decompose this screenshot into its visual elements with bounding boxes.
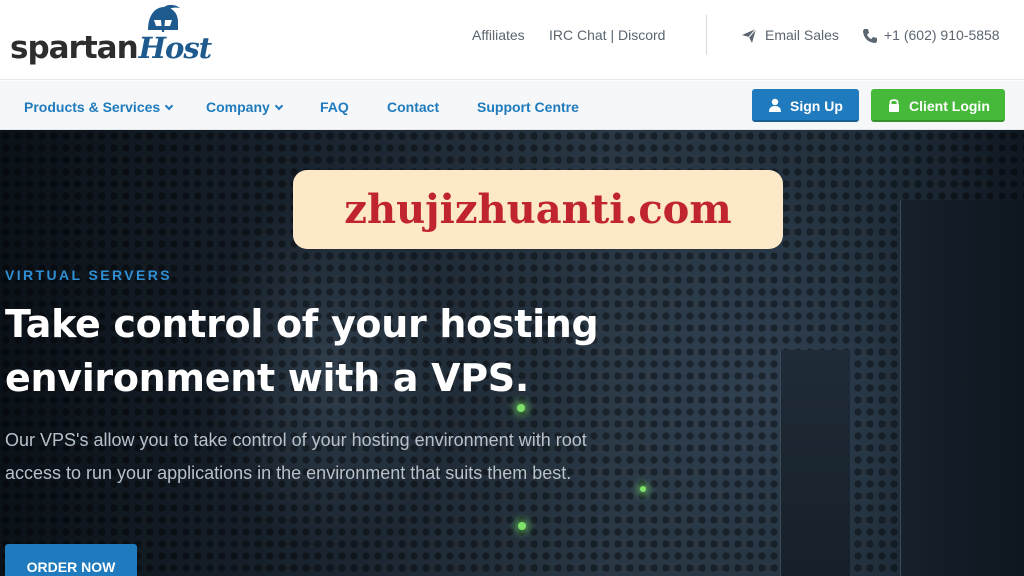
status-light [640,486,646,492]
header-divider [706,15,707,55]
sign-up-label: Sign Up [790,98,843,114]
nav-faq[interactable]: FAQ [320,99,349,115]
chevron-down-icon [274,101,284,111]
phone-icon [863,29,877,43]
nav-support-centre[interactable]: Support Centre [477,99,579,115]
status-light [517,404,525,412]
affiliates-link[interactable]: Affiliates [472,27,525,43]
email-sales-link[interactable]: Email Sales [765,27,839,43]
paper-plane-icon [742,28,757,43]
sign-up-button[interactable]: Sign Up [752,89,859,122]
nav-contact[interactable]: Contact [387,99,439,115]
hero-title: Take control of your hosting environment… [5,302,599,400]
server-rack-graphic [900,200,1024,576]
nav-label: Products & Services [24,99,161,115]
irc-discord-link[interactable]: IRC Chat | Discord [549,27,665,43]
nav-label: FAQ [320,99,349,115]
nav-products-services[interactable]: Products & Services [24,99,174,115]
top-header: spartanHost Affiliates IRC Chat | Discor… [0,0,1024,80]
watermark-box: zhujizhuanti.com [293,170,783,249]
nav-label: Support Centre [477,99,579,115]
user-icon [769,98,781,112]
watermark-text: zhujizhuanti.com [344,186,732,233]
nav-label: Company [206,99,270,115]
phone-number[interactable]: +1 (602) 910-5858 [884,27,1000,43]
chevron-down-icon [164,101,174,111]
hero-description: Our VPS's allow you to take control of y… [5,430,587,483]
hero-eyebrow: VIRTUAL SERVERS [5,267,172,283]
server-rack-graphic [780,350,850,576]
status-light [518,522,526,530]
nav-label: Contact [387,99,440,115]
client-login-button[interactable]: Client Login [871,89,1005,122]
lock-icon [889,99,899,112]
hero-banner: zhujizhuanti.com VIRTUAL SERVERS Take co… [0,130,1024,576]
order-now-button[interactable]: ORDER NOW [5,544,137,576]
nav-company[interactable]: Company [206,99,284,115]
client-login-label: Client Login [909,98,990,114]
